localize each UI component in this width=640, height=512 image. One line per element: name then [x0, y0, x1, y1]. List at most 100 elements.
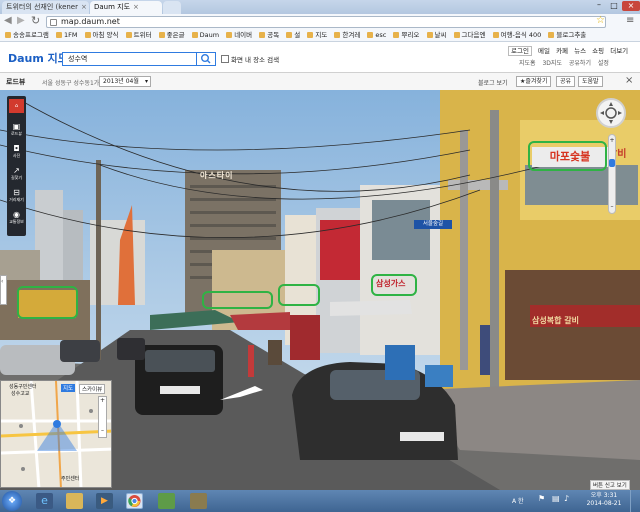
favorite-button[interactable]: ★즐겨찾기: [516, 76, 552, 87]
share-link[interactable]: 공유하기: [569, 60, 591, 67]
clock[interactable]: 오후 3:31 2014-08-21: [586, 492, 622, 508]
bookmark-item[interactable]: 공독: [259, 30, 279, 41]
zoom-slider[interactable]: + –: [608, 134, 616, 214]
zoom-slider-thumb[interactable]: [609, 159, 615, 167]
address-bar[interactable]: map.daum.net: [46, 16, 606, 28]
share-button[interactable]: 공유: [556, 76, 576, 87]
help-button[interactable]: 도움말: [578, 76, 603, 87]
report-button[interactable]: 버튼 신고 보기: [590, 480, 630, 490]
checkbox[interactable]: [221, 55, 229, 63]
browser-tab-strip: 트위터의 선재인 (kener × Daum 지도 × – □ ×: [0, 0, 640, 14]
start-button[interactable]: ❖: [2, 491, 22, 511]
minimap-zoom[interactable]: + –: [98, 396, 107, 438]
roadview-tool-home[interactable]: ⌂: [9, 99, 24, 113]
folder-icon: [426, 32, 433, 38]
close-icon[interactable]: ×: [133, 3, 139, 11]
mail-link[interactable]: 메일: [538, 47, 550, 55]
taskbar-explorer-icon[interactable]: [66, 493, 83, 509]
reload-icon[interactable]: ↻: [31, 14, 40, 27]
show-desktop-button[interactable]: [630, 490, 640, 512]
bookmark-item[interactable]: 좋은글: [158, 30, 185, 41]
tab-twitter[interactable]: 트위터의 선재인 (kener ×: [2, 1, 89, 14]
taskbar-media-icon[interactable]: ▶: [96, 493, 113, 509]
3d-map-link[interactable]: 3D지도: [542, 60, 561, 67]
search-button[interactable]: [196, 52, 216, 66]
roadview-tool-item[interactable]: ◘ 사진: [9, 144, 24, 164]
login-link[interactable]: 로그인: [508, 46, 532, 56]
bookmark-item[interactable]: 그다음엔: [453, 30, 485, 41]
bookmark-item[interactable]: 지도: [307, 30, 327, 41]
folder-icon: [367, 32, 374, 38]
back-arrow-icon[interactable]: ◀: [4, 15, 12, 26]
zoom-in-icon[interactable]: +: [609, 137, 615, 144]
tab-daum-map[interactable]: Daum 지도 ×: [90, 1, 162, 14]
panel-collapse-handle[interactable]: ‹: [0, 275, 7, 305]
roadview-tool-item[interactable]: ▣ 로드뷰: [9, 122, 24, 142]
bookmark-item[interactable]: 트위터: [125, 30, 152, 41]
search-icon: [200, 54, 211, 64]
bookmark-item[interactable]: 송송프로그램: [5, 30, 49, 41]
folder-icon: [259, 32, 266, 38]
settings-link[interactable]: 설정: [598, 60, 609, 67]
close-window-icon[interactable]: ×: [622, 1, 640, 11]
search-input[interactable]: 성수역: [62, 52, 197, 66]
minimap-tab-map[interactable]: 지도: [61, 384, 76, 392]
maximize-icon[interactable]: □: [607, 1, 621, 11]
tray-flag-icon[interactable]: ⚑: [538, 494, 545, 503]
bookmark-item[interactable]: 한겨레: [334, 30, 360, 41]
url-text: map.daum.net: [61, 17, 120, 26]
bookmark-item[interactable]: 1FM: [55, 30, 77, 41]
volume-icon[interactable]: ♪: [564, 494, 569, 503]
roadview-tool-item[interactable]: ◉ 교통정보: [9, 210, 24, 230]
daum-logo[interactable]: Daum 지도: [8, 50, 68, 66]
media-player-icon: ▶: [101, 496, 108, 506]
news-link[interactable]: 뉴스: [574, 47, 586, 55]
taskbar-ie-icon[interactable]: e: [36, 493, 53, 509]
cafe-link[interactable]: 카페: [556, 47, 568, 55]
map-home-link[interactable]: 지도홈: [519, 60, 536, 67]
bookmark-item[interactable]: 여행-음식 400: [492, 30, 541, 41]
chrome-icon: [128, 495, 141, 507]
shopping-link[interactable]: 쇼핑: [592, 47, 604, 55]
language-indicator[interactable]: A 한: [512, 496, 524, 505]
compass-control[interactable]: [596, 98, 626, 128]
folder-icon: [226, 32, 233, 38]
bookmark-item[interactable]: 날씨: [426, 30, 446, 41]
folder-icon: [307, 32, 314, 38]
roadview-tool-item[interactable]: ↗ 길찾기: [9, 166, 24, 186]
close-icon[interactable]: ×: [81, 3, 87, 11]
taskbar-app-icon[interactable]: [158, 493, 175, 509]
minimap-tab-skyview[interactable]: 스카이뷰: [79, 384, 106, 394]
bookmark-item[interactable]: 아침 양식: [84, 30, 119, 41]
top-links: 로그인 메일 카페 뉴스 쇼핑 더보기: [508, 45, 628, 56]
date-select[interactable]: 2013년 04월 ▾: [99, 76, 151, 87]
close-icon[interactable]: ×: [625, 75, 633, 86]
bookmark-item[interactable]: 블로그추출: [548, 30, 586, 41]
taskbar-chrome-icon[interactable]: [126, 493, 143, 509]
traffic-icon: ◉: [13, 210, 20, 219]
map-search-checkbox-row[interactable]: 화면 내 장소 검색: [221, 54, 279, 64]
bookmark-item[interactable]: 네이버: [226, 30, 252, 41]
bookmark-item[interactable]: Daum: [191, 30, 219, 41]
clock-time: 오후 3:31: [590, 492, 618, 499]
more-link[interactable]: 더보기: [610, 47, 628, 55]
new-tab-button[interactable]: [163, 1, 181, 14]
network-icon[interactable]: ▤: [552, 494, 560, 503]
roadview-tool-item[interactable]: ⊟ 거리재기: [9, 188, 24, 208]
page-icon: [50, 19, 57, 26]
minimize-icon[interactable]: –: [592, 1, 606, 11]
zoom-out-icon[interactable]: –: [609, 203, 615, 210]
minimap[interactable]: 성동구민센터 성수고교 주민센터 지도 스카이뷰 + –: [0, 380, 112, 488]
highlight-box: [528, 141, 607, 171]
forward-arrow-icon[interactable]: ▶: [17, 15, 25, 26]
bookmark-item[interactable]: 뿌리오: [393, 30, 419, 41]
blog-view-link[interactable]: 블로그 보기: [478, 78, 508, 87]
taskbar-app-icon[interactable]: [190, 493, 207, 509]
star-icon[interactable]: ☆: [596, 15, 605, 26]
zoom-in-icon[interactable]: +: [100, 397, 105, 404]
bookmark-item[interactable]: 설: [286, 30, 300, 41]
map-label: 성동구민센터: [9, 384, 37, 390]
zoom-out-icon[interactable]: –: [101, 427, 104, 434]
bookmark-item[interactable]: esc: [367, 30, 386, 41]
menu-icon[interactable]: ≡: [626, 15, 634, 26]
